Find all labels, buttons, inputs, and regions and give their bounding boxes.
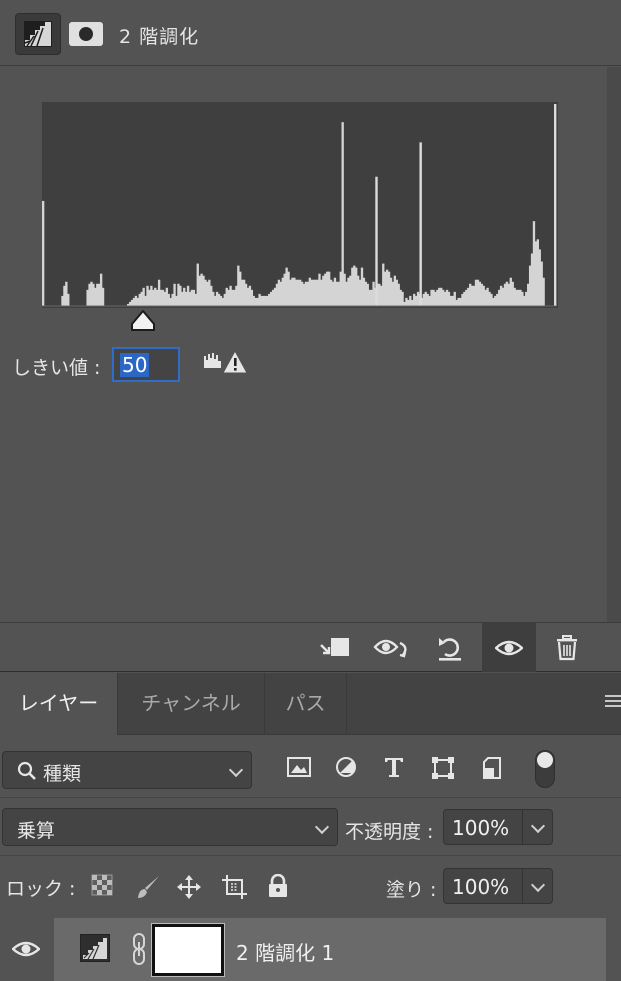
histogram-spike	[554, 104, 557, 306]
lock-all-icon[interactable]	[267, 874, 289, 898]
histogram-warning-icon[interactable]	[203, 348, 249, 382]
tab-paths[interactable]: パス	[265, 673, 347, 735]
smart-object-filter-icon[interactable]	[480, 756, 504, 780]
threshold-value: 50	[120, 353, 150, 377]
divider	[0, 797, 621, 798]
opacity-input[interactable]: 100%	[443, 809, 523, 845]
layers-panel: 種類 乗算 不透明度 : 100% ロック : 塗り: 100% 2 階調化 …	[0, 735, 621, 981]
histogram-bar	[542, 277, 545, 306]
layer-visibility-eye-icon[interactable]	[12, 940, 40, 958]
toggle-visibility-button[interactable]	[482, 623, 536, 672]
opacity-label: 不透明度 :	[345, 821, 434, 843]
view-previous-state-button[interactable]	[368, 623, 418, 672]
clip-to-layer-button[interactable]	[310, 623, 360, 672]
filter-toggle-switch[interactable]	[535, 750, 555, 788]
properties-header: 2 階調化	[0, 0, 621, 66]
filter-kind-dropdown[interactable]: 種類	[2, 751, 252, 789]
chevron-down-icon	[314, 819, 330, 835]
lock-artboard-icon[interactable]	[221, 874, 249, 900]
chevron-down-icon	[530, 877, 546, 893]
histogram-spike	[375, 176, 378, 306]
threshold-adjustment-icon[interactable]	[15, 13, 61, 55]
histogram-spike	[419, 142, 422, 306]
image-filter-icon[interactable]	[287, 756, 311, 778]
threshold-input[interactable]: 50	[112, 347, 180, 382]
lock-position-move-icon[interactable]	[176, 874, 202, 900]
clip-to-layer-icon	[320, 637, 349, 656]
layer-row[interactable]: 2 階調化 1	[0, 918, 621, 981]
layers-tab-bar: レイヤー チャンネル パス	[0, 673, 621, 736]
chevron-down-icon	[228, 762, 244, 778]
histogram-background	[42, 102, 558, 308]
search-icon	[17, 761, 36, 780]
fill-dropdown-button[interactable]	[523, 868, 553, 904]
fill-value: 100%	[452, 875, 510, 899]
histogram-bar	[67, 293, 70, 306]
view-previous-state-icon	[373, 639, 407, 657]
panel-menu-icon[interactable]	[605, 695, 621, 710]
blend-mode-value: 乗算	[17, 820, 56, 842]
trash-icon	[557, 634, 577, 660]
properties-footer	[0, 622, 621, 672]
threshold-layer-thumbnail-icon[interactable]	[80, 934, 110, 962]
lock-transparent-pixels-icon[interactable]	[91, 874, 113, 896]
blend-mode-dropdown[interactable]: 乗算	[2, 808, 338, 846]
shape-filter-icon[interactable]	[431, 756, 455, 780]
properties-body: しきい値 : 50	[0, 67, 621, 622]
chevron-down-icon	[530, 818, 546, 834]
histogram-bar	[101, 287, 105, 306]
threshold-label: しきい値 :	[12, 357, 101, 379]
opacity-value: 100%	[452, 816, 510, 840]
mask-link-chain-icon[interactable]	[132, 933, 146, 965]
lock-image-pixels-brush-icon[interactable]	[135, 874, 161, 900]
reset-icon	[439, 637, 461, 661]
histogram-bar	[42, 200, 45, 306]
tab-channels[interactable]: チャンネル	[118, 673, 265, 735]
fill-input[interactable]: 100%	[443, 868, 523, 904]
histogram-chart	[42, 102, 558, 308]
visibility-eye-icon	[495, 640, 523, 655]
type-filter-icon[interactable]	[383, 756, 405, 778]
reset-button[interactable]	[425, 623, 475, 672]
tab-layers[interactable]: レイヤー	[0, 673, 118, 736]
opacity-dropdown-button[interactable]	[523, 809, 553, 845]
properties-title: 2 階調化	[119, 26, 200, 48]
layer-name[interactable]: 2 階調化 1	[236, 937, 334, 966]
properties-scrollbar[interactable]	[607, 67, 621, 622]
divider	[0, 855, 621, 856]
layer-mask-thumbnail[interactable]	[152, 924, 224, 976]
mask-icon[interactable]	[69, 22, 103, 46]
delete-button[interactable]	[542, 623, 592, 672]
adjustment-filter-icon[interactable]	[335, 756, 357, 778]
threshold-slider-handle[interactable]	[130, 310, 156, 336]
fill-label: 塗り :	[386, 879, 437, 901]
filter-kind-label: 種類	[43, 763, 82, 785]
lock-label: ロック :	[6, 878, 76, 900]
